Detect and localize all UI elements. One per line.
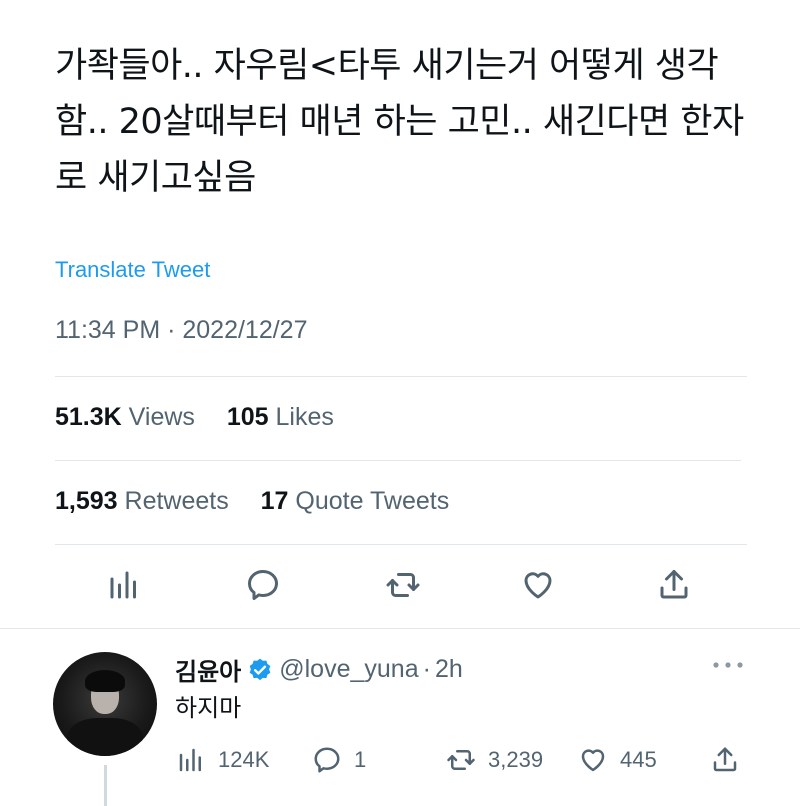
like-icon — [581, 749, 605, 772]
reply-share-button[interactable] — [710, 742, 740, 778]
more-icon — [713, 662, 743, 668]
tweet-timestamp[interactable]: 11:34 PM · 2022/12/27 — [55, 316, 308, 345]
reply-author-handle[interactable]: @love_yuna — [279, 655, 418, 684]
avatar[interactable] — [53, 652, 157, 756]
reply-like-button[interactable]: 445 — [578, 742, 657, 778]
retweet-icon — [386, 573, 420, 597]
share-icon — [660, 570, 688, 599]
reply-button[interactable] — [241, 563, 285, 607]
reply-replies-count: 1 — [354, 747, 367, 772]
divider — [55, 544, 747, 545]
quotes-label[interactable]: Quote Tweets — [295, 487, 449, 515]
retweet-button[interactable] — [381, 563, 425, 607]
reply-reply-button[interactable]: 1 — [312, 742, 366, 778]
separator-dot: · — [422, 655, 431, 683]
share-button[interactable] — [652, 563, 696, 607]
translate-tweet-link[interactable]: Translate Tweet — [55, 257, 210, 283]
analytics-icon — [110, 571, 136, 599]
retweets-count[interactable]: 1,593 — [55, 487, 118, 515]
retweets-quotes-row: 1,593 Retweets 17 Quote Tweets — [55, 487, 449, 516]
views-label: Views — [128, 403, 195, 431]
likes-label[interactable]: Likes — [276, 403, 334, 431]
analytics-icon — [179, 748, 201, 772]
tweet-text: 가좍들아.. 자우림<타투 새기는거 어떻게 생각함.. 20살때부터 매년 하… — [55, 46, 744, 198]
quotes-count[interactable]: 17 — [261, 487, 289, 515]
retweet-icon — [447, 750, 475, 770]
reply-author-name[interactable]: 김윤아 — [175, 652, 241, 687]
views-count[interactable]: 51.3K — [55, 403, 122, 431]
share-icon — [713, 747, 737, 772]
reply-analytics-button[interactable]: 124K — [176, 742, 269, 778]
like-button[interactable] — [516, 563, 560, 607]
divider — [55, 460, 741, 461]
reply-retweet-button[interactable]: 3,239 — [446, 742, 543, 778]
tweet-action-bar — [0, 563, 800, 613]
divider — [55, 376, 747, 377]
reply-action-bar: 124K 1 3,239 445 — [0, 742, 800, 782]
reply-timestamp[interactable]: 2h — [435, 655, 463, 684]
more-options-button[interactable] — [708, 650, 748, 680]
reply-header: 김윤아 @love_yuna · 2h — [175, 652, 463, 687]
reply-text: 하지마 — [175, 694, 242, 722]
retweets-label[interactable]: Retweets — [125, 487, 229, 515]
reply-icon — [314, 747, 340, 773]
divider — [0, 628, 800, 629]
reply-likes-count: 445 — [620, 747, 657, 772]
views-likes-row: 51.3K Views 105 Likes — [55, 403, 334, 432]
reply-views-count: 124K — [218, 747, 270, 772]
analytics-button[interactable] — [102, 563, 146, 607]
reply-retweets-count: 3,239 — [488, 747, 544, 772]
like-icon — [524, 572, 552, 599]
likes-count[interactable]: 105 — [227, 403, 269, 431]
reply-icon — [248, 570, 278, 600]
verified-badge-icon — [249, 658, 271, 680]
